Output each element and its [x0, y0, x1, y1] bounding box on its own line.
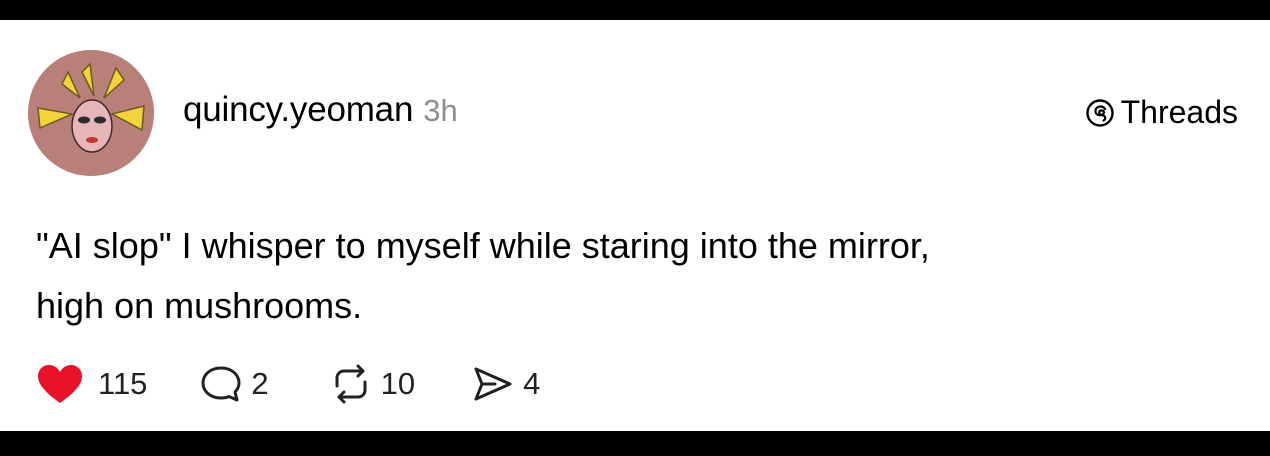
repost-count: 10 — [380, 366, 416, 401]
send-icon — [471, 364, 515, 404]
screenshot-frame: quincy.yeoman 3h Threads "AI slop" I whi… — [0, 0, 1270, 456]
comment-bubble-icon — [199, 364, 243, 404]
like-count: 115 — [98, 366, 148, 401]
repost-button[interactable]: 10 — [329, 364, 415, 404]
share-button[interactable]: 4 — [471, 364, 540, 404]
threads-logo-icon — [1085, 98, 1115, 128]
username[interactable]: quincy.yeoman — [183, 90, 413, 130]
post-text-line: high on mushrooms. — [36, 285, 363, 326]
reply-button[interactable]: 2 — [199, 364, 269, 404]
post-body: "AI slop" I whisper to myself while star… — [36, 216, 1236, 336]
avatar-illustration — [28, 50, 154, 176]
threads-brand: Threads — [1085, 94, 1238, 131]
post-timestamp: 3h — [423, 93, 458, 128]
reply-count: 2 — [251, 366, 269, 401]
brand-label: Threads — [1120, 94, 1238, 130]
share-count: 4 — [523, 366, 541, 401]
avatar[interactable] — [28, 50, 154, 176]
repost-arrows-icon — [329, 364, 373, 404]
post-text-line: "AI slop" I whisper to myself while star… — [36, 225, 930, 266]
post-card: quincy.yeoman 3h Threads "AI slop" I whi… — [0, 20, 1270, 431]
post-header: quincy.yeoman 3h — [183, 90, 458, 130]
like-button[interactable]: 115 — [36, 363, 147, 405]
heart-icon — [36, 363, 84, 405]
action-bar: 115 2 10 4 — [36, 362, 540, 406]
